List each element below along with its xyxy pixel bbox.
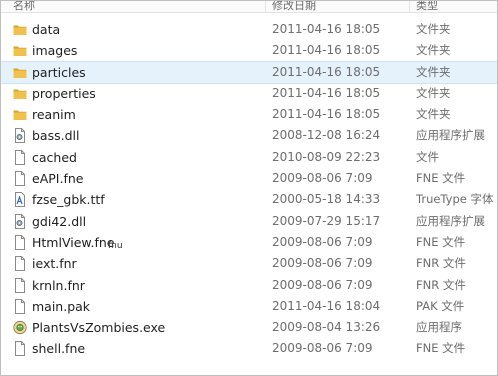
- file-row[interactable]: particles 2011-04-16 18:05 文件夹: [1, 60, 497, 84]
- file-type: FNE 文件: [416, 234, 466, 249]
- file-modified-date: 2008-12-08 16:24: [272, 128, 381, 143]
- folder-icon: [13, 65, 27, 80]
- column-header: 名称 修改日期 类型: [1, 1, 497, 13]
- file-row[interactable]: PlantsVsZombies.exe 2009-08-04 13:26 应用程序: [1, 317, 497, 338]
- font-icon: [13, 192, 27, 208]
- file-row[interactable]: iext.fnr 2009-08-06 7:09 FNR 文件: [1, 253, 497, 274]
- file-name: PlantsVsZombies.exe: [32, 320, 166, 336]
- file-modified-date: 2011-04-16 18:05: [272, 107, 381, 122]
- file-type: FNE 文件: [416, 341, 466, 356]
- folder-icon: [13, 22, 27, 37]
- file-name: HtmlView.fne: [32, 234, 115, 250]
- file-icon: [13, 149, 27, 165]
- file-name: cached: [32, 149, 77, 165]
- file-modified-date: 2009-08-06 7:09: [272, 277, 373, 292]
- file-row[interactable]: bass.dll 2008-12-08 16:24 应用程序扩展: [1, 125, 497, 146]
- file-row[interactable]: krnln.fnr 2009-08-06 7:09 FNR 文件: [1, 275, 497, 296]
- file-type: 应用程序扩展: [416, 128, 485, 143]
- file-icon: [13, 298, 27, 314]
- file-type: FNR 文件: [416, 277, 466, 292]
- file-explorer-window: 名称 修改日期 类型 data 2011-04-16 18:05 文件夹 images…: [0, 0, 498, 376]
- file-row[interactable]: HtmlView.fne 2009-08-06 7:09 FNE 文件: [1, 232, 497, 253]
- file-icon: [13, 341, 27, 357]
- file-name: eAPI.fne: [32, 171, 84, 187]
- file-row[interactable]: gdi42.dll 2009-07-29 15:17 应用程序扩展: [1, 211, 497, 232]
- file-name: bass.dll: [32, 128, 80, 144]
- file-type: 文件夹: [416, 43, 451, 58]
- exe-icon: [13, 320, 27, 335]
- file-modified-date: 2009-08-06 7:09: [272, 256, 373, 271]
- file-name: data: [32, 22, 61, 37]
- file-row[interactable]: data 2011-04-16 18:05 文件夹: [1, 19, 497, 40]
- file-modified-date: 2009-08-06 7:09: [272, 234, 373, 249]
- file-type: 应用程序扩展: [416, 213, 485, 228]
- column-header-type[interactable]: 类型: [416, 1, 438, 12]
- file-modified-date: 2011-04-16 18:05: [272, 22, 381, 36]
- file-icon: [13, 277, 27, 293]
- column-header-date[interactable]: 修改日期: [272, 1, 316, 12]
- file-row[interactable]: fzse_gbk.ttf 2000-05-18 14:33 TrueType 字体: [1, 189, 497, 210]
- dll-icon: [13, 213, 27, 229]
- file-name: shell.fne: [32, 341, 86, 357]
- file-modified-date: 2009-08-06 7:09: [272, 171, 373, 186]
- column-header-name[interactable]: 名称: [13, 1, 35, 12]
- file-row[interactable]: images 2011-04-16 18:05 文件夹: [1, 40, 497, 61]
- file-row[interactable]: properties 2011-04-16 18:05 文件夹: [1, 83, 497, 104]
- drag-artifact-text: fnu: [108, 241, 123, 251]
- file-type: 文件夹: [416, 64, 451, 79]
- column-divider[interactable]: [265, 1, 266, 12]
- file-type: 文件: [416, 149, 439, 164]
- file-name: fzse_gbk.ttf: [32, 192, 105, 208]
- file-modified-date: 2009-07-29 15:17: [272, 213, 381, 228]
- file-icon: [13, 171, 27, 187]
- file-name: images: [32, 43, 78, 59]
- file-name: gdi42.dll: [32, 213, 87, 229]
- file-modified-date: 2009-08-04 13:26: [272, 320, 381, 335]
- file-type: 应用程序: [416, 320, 462, 335]
- folder-icon: [13, 43, 27, 58]
- file-type: 文件夹: [416, 22, 451, 36]
- file-type: FNE 文件: [416, 171, 466, 186]
- file-icon: [13, 234, 27, 250]
- file-modified-date: 2010-08-09 22:23: [272, 149, 381, 164]
- file-modified-date: 2011-04-16 18:04: [272, 298, 381, 313]
- file-type: 文件夹: [416, 107, 451, 122]
- file-name: properties: [32, 85, 96, 101]
- file-modified-date: 2009-08-06 7:09: [272, 341, 373, 356]
- file-type: 文件夹: [416, 85, 451, 100]
- file-name: iext.fnr: [32, 256, 77, 272]
- file-row[interactable]: eAPI.fne 2009-08-06 7:09 FNE 文件: [1, 168, 497, 189]
- file-icon: [13, 256, 27, 272]
- file-modified-date: 2000-05-18 14:33: [272, 192, 381, 207]
- file-type: TrueType 字体: [416, 192, 494, 207]
- file-row[interactable]: shell.fne 2009-08-06 7:09 FNE 文件: [1, 338, 497, 359]
- file-row[interactable]: main.pak 2011-04-16 18:04 PAK 文件: [1, 296, 497, 317]
- file-name: krnln.fnr: [32, 277, 85, 293]
- file-name: main.pak: [32, 298, 91, 314]
- folder-icon: [13, 86, 27, 101]
- file-type: PAK 文件: [416, 298, 465, 313]
- file-modified-date: 2011-04-16 18:05: [272, 43, 381, 58]
- file-type: FNR 文件: [416, 256, 466, 271]
- file-list: data 2011-04-16 18:05 文件夹 images 2011-04-16 …: [1, 19, 497, 360]
- file-row[interactable]: cached 2010-08-09 22:23 文件: [1, 147, 497, 168]
- column-divider[interactable]: [409, 1, 410, 12]
- file-modified-date: 2011-04-16 18:05: [272, 85, 381, 100]
- file-modified-date: 2011-04-16 18:05: [272, 64, 381, 79]
- file-row[interactable]: reanim 2011-04-16 18:05 文件夹: [1, 104, 497, 125]
- dll-icon: [13, 128, 27, 144]
- folder-icon: [13, 107, 27, 122]
- file-name: reanim: [32, 107, 76, 123]
- file-name: particles: [32, 64, 86, 80]
